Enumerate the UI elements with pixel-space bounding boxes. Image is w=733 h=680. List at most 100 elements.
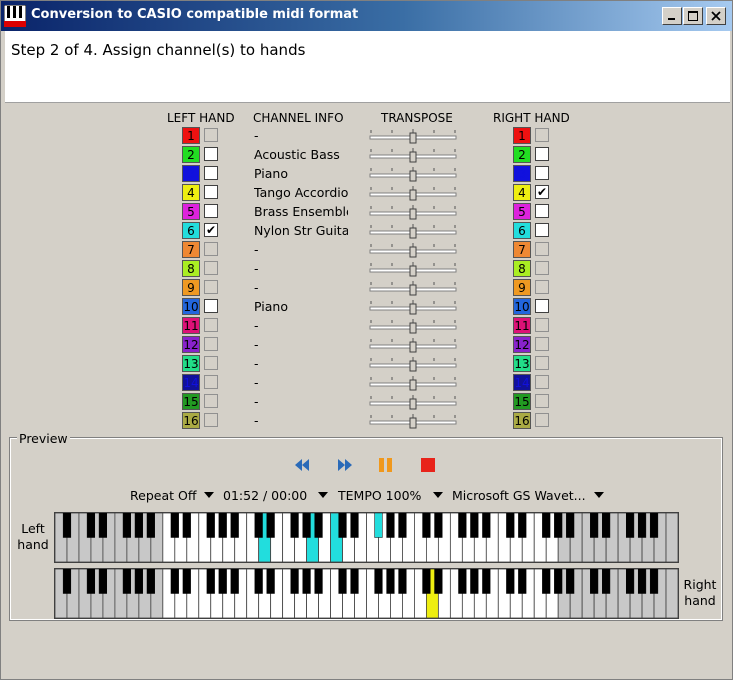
black-key (290, 569, 299, 594)
rewind-icon[interactable] (292, 455, 312, 475)
black-key (458, 513, 467, 538)
channel-15-transpose-slider[interactable] (369, 394, 457, 410)
channel-6-transpose-slider[interactable] (369, 223, 457, 239)
left-channel-13-badge: 13 (182, 355, 200, 372)
left-channel-1-badge: 1 (182, 127, 200, 144)
repeat-dropdown[interactable]: Repeat Off (130, 487, 196, 505)
left-channel-8-badge: 8 (182, 260, 200, 277)
channel-11-transpose-slider[interactable] (369, 318, 457, 334)
left-hand-channel-8-checkbox[interactable] (204, 261, 218, 275)
channel-10-transpose-slider[interactable] (369, 299, 457, 315)
right-channel-4-badge: 4 (513, 184, 531, 201)
left-hand-channel-16-checkbox[interactable] (204, 413, 218, 427)
right-hand-channel-1-checkbox[interactable] (535, 128, 549, 142)
right-hand-channel-11-checkbox[interactable] (535, 318, 549, 332)
right-hand-channel-3-checkbox[interactable] (535, 166, 549, 180)
left-hand-channel-14-checkbox[interactable] (204, 375, 218, 389)
black-key (62, 569, 72, 594)
left-hand-channel-13-checkbox[interactable] (204, 356, 218, 370)
left-channel-3-badge: 3 (182, 165, 200, 182)
channel-9-transpose-slider[interactable] (369, 280, 457, 296)
right-hand-channel-9-checkbox[interactable] (535, 280, 549, 294)
left-hand-keyboard (54, 512, 679, 563)
repeat-dropdown-arrow-icon[interactable] (204, 492, 214, 498)
right-hand-channel-10-checkbox[interactable] (535, 299, 549, 313)
left-hand-channel-3-checkbox[interactable] (204, 166, 218, 180)
left-hand-channel-2-checkbox[interactable] (204, 147, 218, 161)
conversion-dialog: Conversion to CASIO compatible midi form… (0, 0, 733, 680)
left-hand-channel-9-checkbox[interactable] (204, 280, 218, 294)
time-dropdown[interactable]: 01:52 / 00:00 (223, 487, 307, 505)
right-hand-channel-5-checkbox[interactable] (535, 204, 549, 218)
tempo-dropdown[interactable]: TEMPO 100% (338, 487, 421, 505)
black-key (230, 569, 239, 594)
midi-device-dropdown[interactable]: Microsoft GS Wavet... (452, 487, 586, 505)
channel-12-info: - (254, 337, 259, 352)
channel-1-transpose-slider[interactable] (369, 128, 457, 144)
black-key (350, 513, 359, 538)
black-key (625, 513, 635, 538)
channel-13-transpose-slider[interactable] (369, 356, 457, 372)
black-key (254, 569, 263, 594)
channel-1-info: - (254, 128, 259, 143)
time-dropdown-arrow-icon[interactable] (318, 492, 328, 498)
right-channel-1-badge: 1 (513, 127, 531, 144)
right-hand-channel-2-checkbox[interactable] (535, 147, 549, 161)
left-channel-5-badge: 5 (182, 203, 200, 220)
right-channel-12-badge: 12 (513, 336, 531, 353)
right-hand-channel-15-checkbox[interactable] (535, 394, 549, 408)
channel-2-transpose-slider[interactable] (369, 147, 457, 163)
black-key (134, 513, 143, 538)
channel-14-transpose-slider[interactable] (369, 375, 457, 391)
maximize-button[interactable] (683, 7, 703, 25)
pause-icon[interactable] (376, 455, 396, 475)
right-hand-channel-14-checkbox[interactable] (535, 375, 549, 389)
midi-device-dropdown-arrow-icon[interactable] (594, 492, 604, 498)
right-channel-15-badge: 15 (513, 393, 531, 410)
left-hand-channel-12-checkbox[interactable] (204, 337, 218, 351)
tempo-dropdown-arrow-icon[interactable] (433, 492, 443, 498)
stop-icon[interactable] (418, 455, 438, 475)
right-channel-8-badge: 8 (513, 260, 531, 277)
right-hand-channel-8-checkbox[interactable] (535, 261, 549, 275)
left-hand-channel-10-checkbox[interactable] (204, 299, 218, 313)
right-hand-channel-6-checkbox[interactable] (535, 223, 549, 237)
right-channel-13-badge: 13 (513, 355, 531, 372)
title-bar[interactable]: Conversion to CASIO compatible midi form… (1, 1, 732, 31)
channel-8-transpose-slider[interactable] (369, 261, 457, 277)
right-hand-channel-7-checkbox[interactable] (535, 242, 549, 256)
black-key (134, 569, 143, 594)
minimize-icon (668, 18, 675, 20)
left-hand-channel-7-checkbox[interactable] (204, 242, 218, 256)
right-hand-channel-13-checkbox[interactable] (535, 356, 549, 370)
left-hand-channel-11-checkbox[interactable] (204, 318, 218, 332)
channel-7-transpose-slider[interactable] (369, 242, 457, 258)
left-hand-channel-15-checkbox[interactable] (204, 394, 218, 408)
fast-forward-icon[interactable] (335, 455, 355, 475)
black-key (542, 513, 551, 538)
channel-5-transpose-slider[interactable] (369, 204, 457, 220)
black-key (266, 569, 275, 594)
right-hand-channel-16-checkbox[interactable] (535, 413, 549, 427)
right-hand-channel-12-checkbox[interactable] (535, 337, 549, 351)
black-key (302, 513, 311, 538)
black-key (182, 569, 191, 594)
right-hand-channel-4-checkbox[interactable]: ✔ (535, 185, 549, 199)
left-hand-channel-4-checkbox[interactable] (204, 185, 218, 199)
channel-8-info: - (254, 261, 259, 276)
close-button[interactable] (706, 7, 726, 25)
black-key (98, 513, 108, 538)
black-key (218, 569, 227, 594)
black-key (86, 569, 96, 594)
channel-4-transpose-slider[interactable] (369, 185, 457, 201)
black-key (206, 569, 215, 594)
left-hand-channel-1-checkbox[interactable] (204, 128, 218, 142)
channel-12-transpose-slider[interactable] (369, 337, 457, 353)
minimize-button[interactable] (662, 7, 682, 25)
channel-16-transpose-slider[interactable] (369, 413, 457, 429)
black-key (266, 513, 275, 538)
left-hand-channel-6-checkbox[interactable]: ✔ (204, 223, 218, 237)
black-key (554, 513, 563, 538)
channel-3-transpose-slider[interactable] (369, 166, 457, 182)
left-hand-channel-5-checkbox[interactable] (204, 204, 218, 218)
